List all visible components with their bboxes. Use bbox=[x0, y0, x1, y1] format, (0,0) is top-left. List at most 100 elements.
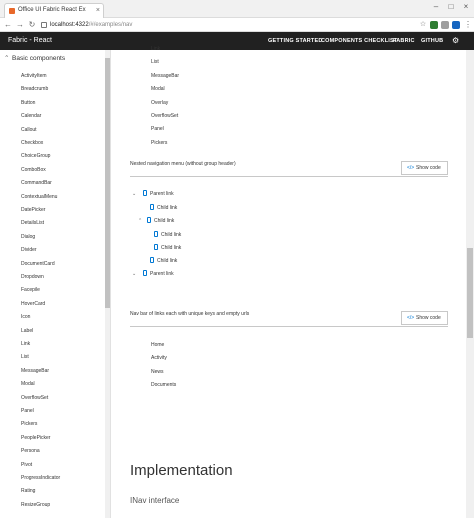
extension-icon[interactable] bbox=[441, 21, 449, 29]
sidebar-item[interactable]: Persona bbox=[21, 447, 40, 455]
bookmark-star-icon[interactable]: ☆ bbox=[418, 20, 428, 30]
nav-link-home[interactable]: Home bbox=[151, 341, 164, 349]
component-link[interactable]: Panel bbox=[151, 125, 164, 133]
close-tab-icon[interactable]: × bbox=[96, 4, 100, 17]
sidebar-item[interactable]: Facepile bbox=[21, 286, 40, 294]
chevron-down-icon[interactable]: ⌄ bbox=[132, 190, 136, 198]
sidebar-item[interactable]: Label bbox=[21, 327, 33, 335]
sidebar-scrollbar-thumb[interactable] bbox=[105, 58, 110, 308]
nav-link-activity[interactable]: Activity bbox=[151, 354, 167, 362]
component-link[interactable]: Modal bbox=[151, 85, 165, 93]
component-link[interactable]: Overlay bbox=[151, 99, 168, 107]
component-link[interactable]: List bbox=[151, 58, 159, 66]
close-window-icon[interactable]: × bbox=[460, 2, 472, 11]
nav-components-checklist[interactable]: COMPONENTS CHECKLIST bbox=[321, 32, 397, 50]
sidebar-item[interactable]: DetailsList bbox=[21, 219, 44, 227]
sidebar: ⌃ Basic components ActivityItem Breadcrumb… bbox=[0, 50, 111, 518]
nav-github[interactable]: GITHUB bbox=[421, 32, 443, 50]
sidebar-item[interactable]: Rating bbox=[21, 487, 35, 495]
nav-link-parent[interactable]: Parent link bbox=[143, 190, 174, 198]
sidebar-item[interactable]: Modal bbox=[21, 380, 35, 388]
nav-link-label: Parent link bbox=[150, 191, 174, 197]
nav-link-child[interactable]: Child link bbox=[154, 244, 181, 252]
component-link[interactable]: OverflowSet bbox=[151, 112, 178, 120]
nav-link-label: Child link bbox=[154, 218, 175, 224]
sidebar-item[interactable]: DatePicker bbox=[21, 206, 45, 214]
sidebar-item[interactable]: HoverCard bbox=[21, 300, 45, 308]
nav-link-documents[interactable]: Documents bbox=[151, 381, 176, 389]
sidebar-item[interactable]: CommandBar bbox=[21, 179, 52, 187]
chevron-down-icon[interactable]: ⌄ bbox=[132, 270, 136, 278]
nav-link-label: Child link bbox=[161, 232, 182, 238]
forward-icon[interactable]: → bbox=[15, 20, 25, 30]
sidebar-item[interactable]: Callout bbox=[21, 126, 37, 134]
office-favicon-icon bbox=[9, 8, 15, 14]
nav-link-label: Child link bbox=[157, 258, 178, 264]
sidebar-item[interactable]: DocumentCard bbox=[21, 260, 55, 268]
sidebar-item[interactable]: ProgressIndicator bbox=[21, 474, 60, 482]
sidebar-section-header[interactable]: ⌃ Basic components bbox=[0, 54, 65, 64]
reload-icon[interactable]: ↻ bbox=[27, 20, 37, 30]
sidebar-item[interactable]: Dropdown bbox=[21, 273, 44, 281]
sidebar-item[interactable]: Link bbox=[21, 340, 30, 348]
chevron-up-icon[interactable]: ⌃ bbox=[138, 217, 142, 225]
sidebar-item[interactable]: MessageBar bbox=[21, 367, 49, 375]
browser-titlebar: Office UI Fabric React Ex × – □ × bbox=[0, 0, 474, 18]
browser-tab[interactable]: Office UI Fabric React Ex × bbox=[4, 3, 104, 18]
divider bbox=[130, 326, 448, 327]
gear-icon[interactable]: ⚙ bbox=[452, 32, 459, 50]
sidebar-item[interactable]: List bbox=[21, 353, 29, 361]
show-code-button[interactable]: </> Show code bbox=[401, 311, 448, 325]
sidebar-section-label: Basic components bbox=[12, 55, 66, 62]
sidebar-item[interactable]: OverflowSet bbox=[21, 394, 48, 402]
menu-icon[interactable]: ⋮ bbox=[463, 20, 473, 30]
nav-link-parent[interactable]: Parent link bbox=[143, 270, 174, 278]
sidebar-item[interactable]: Pivot bbox=[21, 461, 32, 469]
sidebar-item[interactable]: ActivityItem bbox=[21, 72, 47, 80]
nav-link-label: Child link bbox=[157, 205, 178, 211]
sidebar-item[interactable]: Divider bbox=[21, 246, 37, 254]
nav-link-child[interactable]: Child link bbox=[154, 231, 181, 239]
nav-link-label: Parent link bbox=[150, 271, 174, 277]
sidebar-item[interactable]: Button bbox=[21, 99, 35, 107]
page-icon bbox=[143, 270, 147, 276]
show-code-label: Show code bbox=[416, 315, 441, 321]
sidebar-item[interactable]: Icon bbox=[21, 313, 30, 321]
component-link[interactable]: Pickers bbox=[151, 139, 167, 147]
sidebar-item[interactable]: ContextualMenu bbox=[21, 193, 57, 201]
sidebar-item[interactable]: ChoiceGroup bbox=[21, 152, 50, 160]
brand-title[interactable]: Fabric - React bbox=[8, 32, 52, 50]
sidebar-item[interactable]: Dialog bbox=[21, 233, 35, 241]
show-code-label: Show code bbox=[416, 165, 441, 171]
interface-heading: INav interface bbox=[130, 496, 180, 505]
show-code-button[interactable]: </> Show code bbox=[401, 161, 448, 175]
nav-link-news[interactable]: News bbox=[151, 368, 164, 376]
minimize-icon[interactable]: – bbox=[430, 2, 442, 11]
example-caption: Nav bar of links each with unique keys a… bbox=[130, 311, 250, 317]
component-link[interactable]: MessageBar bbox=[151, 72, 179, 80]
nav-link-child[interactable]: Child link bbox=[147, 217, 174, 225]
url-field[interactable]: localhost:4322/#/examples/nav bbox=[40, 20, 420, 30]
main-scrollbar-thumb[interactable] bbox=[467, 248, 473, 338]
implementation-heading: Implementation bbox=[130, 462, 233, 479]
sidebar-item[interactable]: Panel bbox=[21, 407, 34, 415]
nav-link-child[interactable]: Child link bbox=[150, 257, 177, 265]
sidebar-item[interactable]: PeoplePicker bbox=[21, 434, 50, 442]
extension-icon[interactable] bbox=[430, 21, 438, 29]
sidebar-item[interactable]: Checkbox bbox=[21, 139, 43, 147]
sidebar-item[interactable]: ComboBox bbox=[21, 166, 46, 174]
chevron-up-icon: ⌃ bbox=[4, 55, 10, 62]
component-link[interactable]: Link bbox=[151, 45, 160, 53]
back-icon[interactable]: ← bbox=[3, 20, 13, 30]
sidebar-item[interactable]: Calendar bbox=[21, 112, 41, 120]
sidebar-item[interactable]: Breadcrumb bbox=[21, 85, 48, 93]
extension-icon[interactable] bbox=[452, 21, 460, 29]
nav-fabric[interactable]: FABRIC bbox=[393, 32, 415, 50]
sidebar-item[interactable]: ResizeGroup bbox=[21, 501, 50, 509]
browser-window: Office UI Fabric React Ex × – □ × ← → ↻ … bbox=[0, 0, 474, 518]
nav-link-child[interactable]: Child link bbox=[150, 204, 177, 212]
nav-getting-started[interactable]: GETTING STARTED bbox=[268, 32, 323, 50]
sidebar-item[interactable]: Pickers bbox=[21, 420, 37, 428]
page-info-icon[interactable] bbox=[41, 22, 47, 28]
maximize-icon[interactable]: □ bbox=[445, 2, 457, 11]
